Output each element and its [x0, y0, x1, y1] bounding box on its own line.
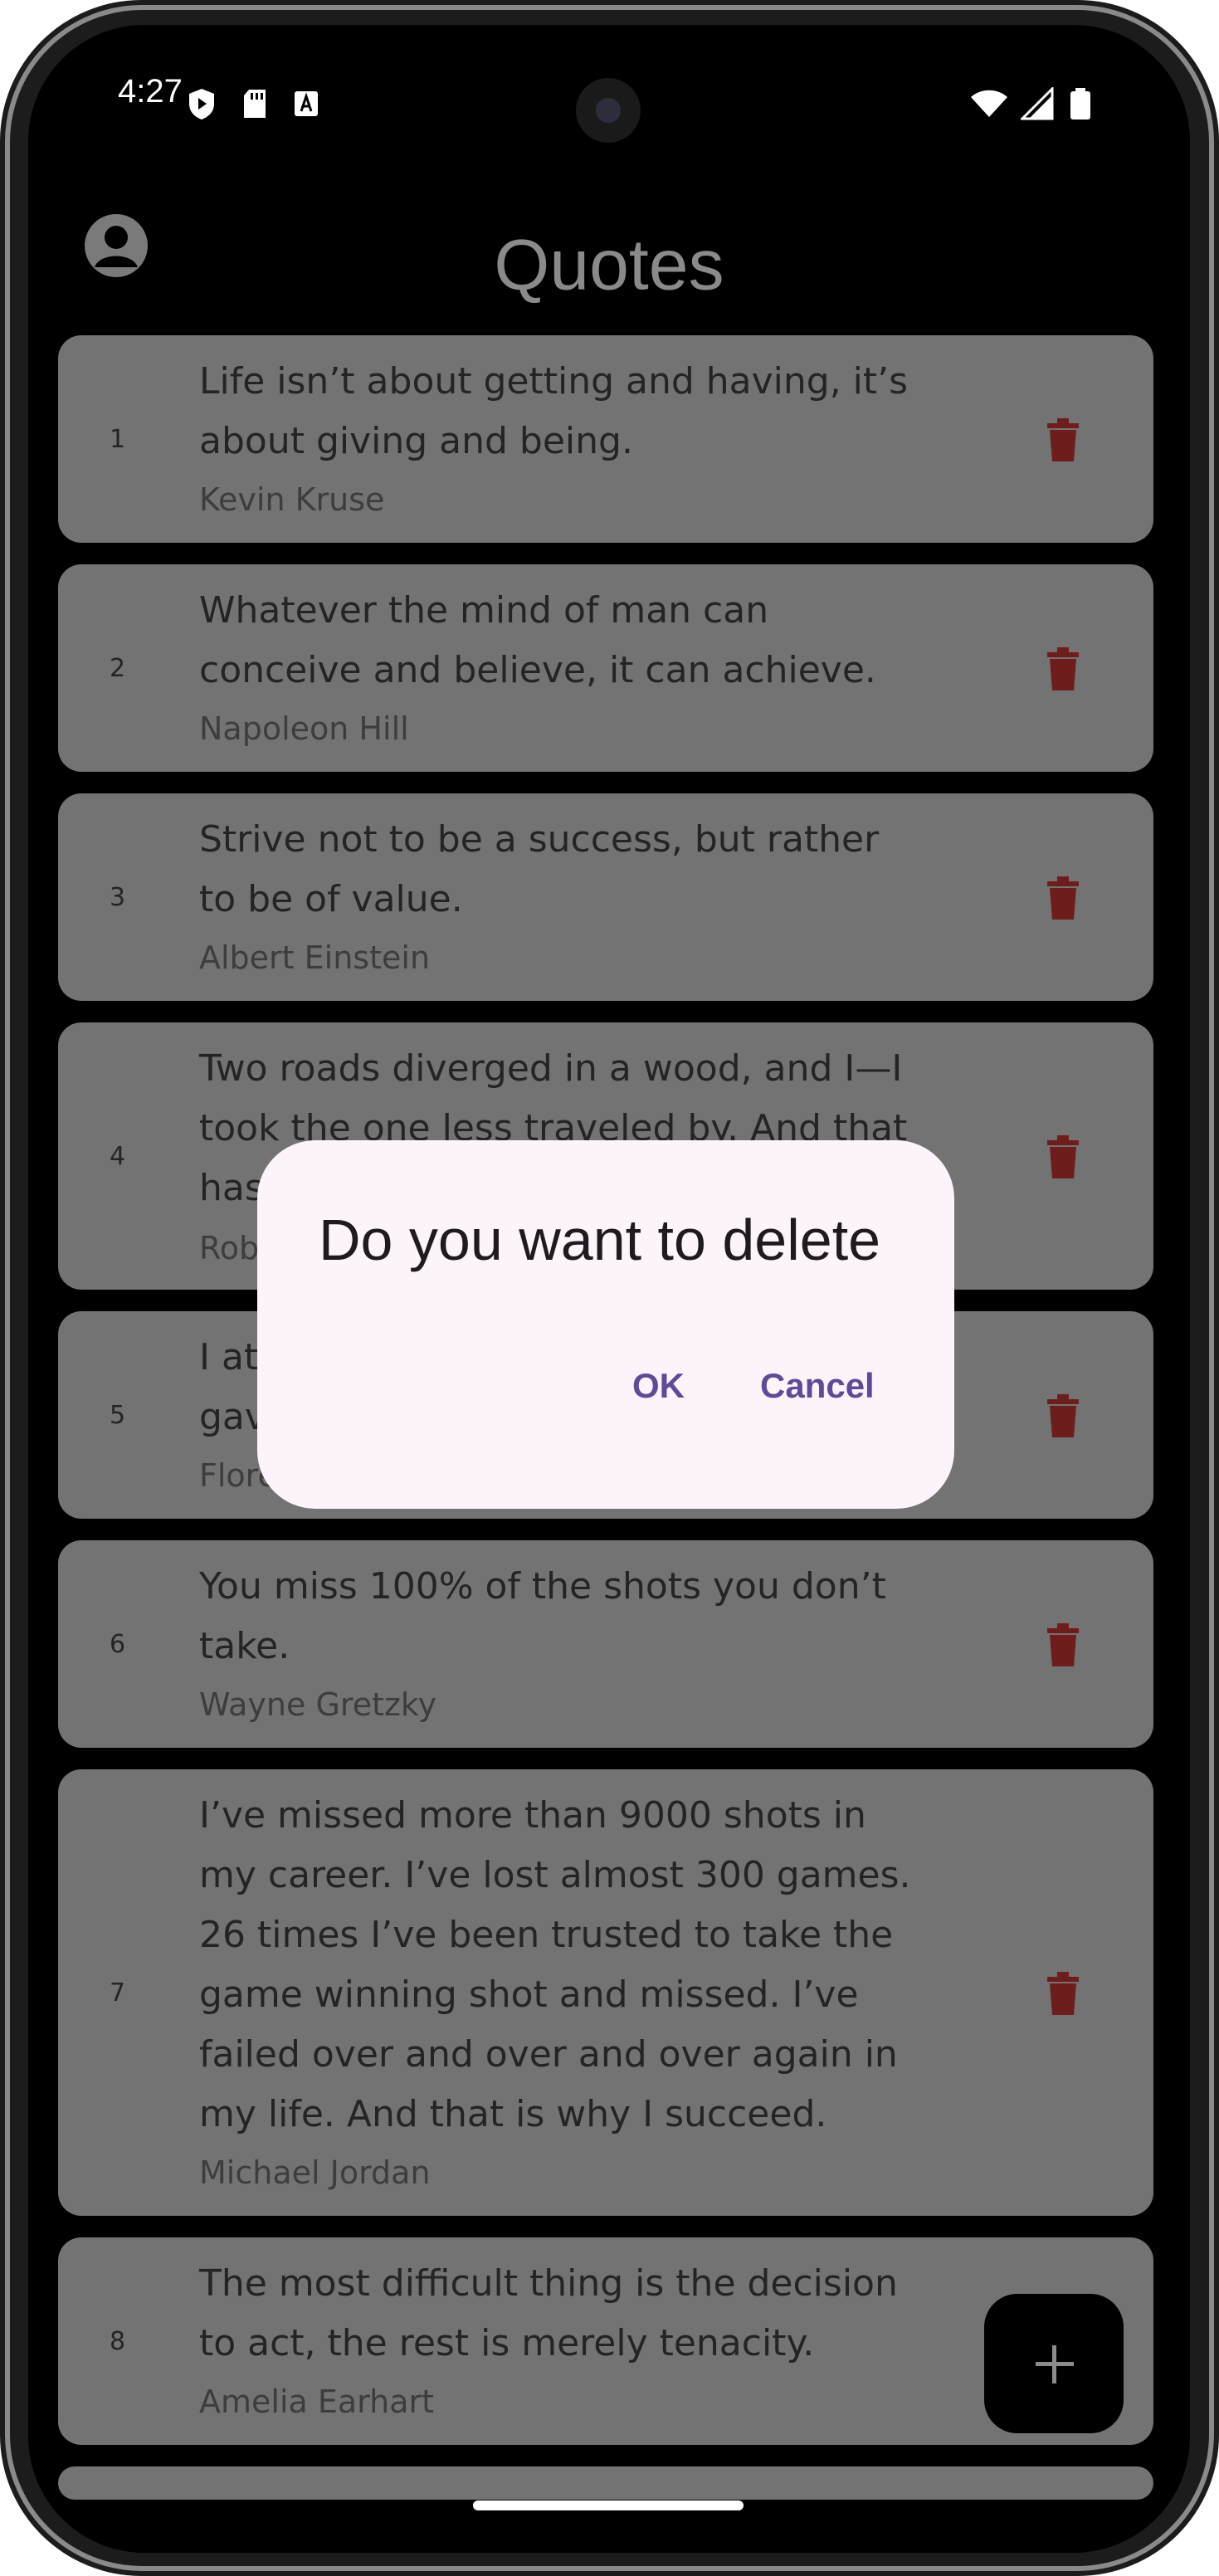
- quote-number: 3: [110, 883, 126, 912]
- delete-confirm-dialog: Do you want to delete OK Cancel: [257, 1140, 954, 1509]
- quote-line: I’ve missed more than 9000 shots in: [199, 1794, 866, 1837]
- quote-line: Strive not to be a success, but rather: [199, 818, 880, 861]
- delete-trash-icon[interactable]: [1044, 1393, 1082, 1439]
- delete-trash-icon[interactable]: [1044, 1970, 1082, 2017]
- delete-trash-icon[interactable]: [1044, 1134, 1082, 1180]
- cell-signal-icon: [1021, 87, 1054, 120]
- quote-number: 2: [110, 654, 126, 683]
- quote-line: Two roads diverged in a wood, and I—I: [199, 1047, 903, 1090]
- delete-trash-icon[interactable]: [1044, 646, 1082, 692]
- page-title: Quotes: [494, 225, 724, 305]
- quote-line: about giving and being.: [199, 420, 633, 462]
- quote-number: 7: [110, 1978, 126, 2008]
- quote-text: I’ve missed more than 9000 shots in my c…: [199, 1786, 938, 2144]
- quote-line: Life isn’t about getting and having, it’…: [199, 360, 909, 402]
- quote-line: You miss 100% of the shots you don’t: [199, 1565, 886, 1608]
- quote-line: The most difficult thing is the decision: [199, 2262, 898, 2305]
- quote-number: 5: [110, 1401, 126, 1430]
- status-time: 4:27: [118, 73, 183, 110]
- quote-card[interactable]: 2 Whatever the mind of man can conceive …: [58, 564, 1153, 772]
- delete-trash-icon[interactable]: [1044, 417, 1082, 463]
- shield-play-icon: [189, 89, 214, 120]
- delete-trash-icon[interactable]: [1044, 1622, 1082, 1668]
- quote-card[interactable]: 6 You miss 100% of the shots you don’t t…: [58, 1540, 1153, 1748]
- quote-line: conceive and believe, it can achieve.: [199, 649, 876, 691]
- quote-author: Napoleon Hill: [199, 710, 409, 747]
- quote-card[interactable]: [58, 2466, 1153, 2500]
- quote-card[interactable]: 3 Strive not to be a success, but rather…: [58, 793, 1153, 1001]
- quote-text: The most difficult thing is the decision…: [199, 2254, 938, 2374]
- screen: 4:27 Quotes 1 Life isn’t about getting a…: [28, 25, 1190, 2553]
- quote-card[interactable]: 1 Life isn’t about getting and having, i…: [58, 335, 1153, 543]
- dialog-title: Do you want to delete: [319, 1208, 881, 1272]
- quote-line: my life. And that is why I succeed.: [199, 2093, 827, 2135]
- text-a-icon: [295, 91, 318, 116]
- quote-line: failed over and over and over again in: [199, 2033, 898, 2076]
- quote-number: 4: [110, 1142, 126, 1171]
- quote-text: Life isn’t about getting and having, it’…: [199, 352, 938, 471]
- quote-author: Albert Einstein: [199, 939, 431, 976]
- quote-author: Wayne Gretzky: [199, 1686, 437, 1723]
- delete-trash-icon[interactable]: [1044, 875, 1082, 921]
- quote-text: You miss 100% of the shots you don’t tak…: [199, 1557, 938, 1676]
- phone-frame: 4:27 Quotes 1 Life isn’t about getting a…: [0, 0, 1219, 2576]
- home-indicator[interactable]: [473, 2500, 744, 2510]
- sd-card-icon: [244, 90, 266, 118]
- quote-number: 1: [110, 425, 126, 454]
- ok-button[interactable]: OK: [632, 1366, 685, 1406]
- quote-number: 6: [110, 1630, 126, 1659]
- quote-author: Kevin Kruse: [199, 481, 385, 518]
- quote-line: to act, the rest is merely tenacity.: [199, 2322, 815, 2364]
- quote-author: Rob: [199, 1230, 260, 1266]
- quote-line: Whatever the mind of man can: [199, 589, 769, 632]
- quote-line: take.: [199, 1625, 290, 1667]
- battery-icon: [1070, 88, 1090, 120]
- plus-icon: [1052, 2345, 1056, 2383]
- cancel-button[interactable]: Cancel: [760, 1366, 875, 1406]
- quote-number: 8: [110, 2327, 126, 2356]
- wifi-icon: [971, 90, 1007, 117]
- front-camera: [576, 78, 641, 143]
- quote-card[interactable]: 7 I’ve missed more than 9000 shots in my…: [58, 1769, 1153, 2216]
- quote-line: game winning shot and missed. I’ve: [199, 1973, 859, 2016]
- quote-author: Michael Jordan: [199, 2154, 431, 2191]
- quote-text: Strive not to be a success, but rather t…: [199, 810, 938, 929]
- quote-author: Amelia Earhart: [199, 2383, 435, 2420]
- quote-line: to be of value.: [199, 878, 463, 920]
- quote-line: 26 times I’ve been trusted to take the: [199, 1914, 894, 1956]
- add-quote-button[interactable]: [984, 2294, 1124, 2433]
- quote-text: Whatever the mind of man can conceive an…: [199, 581, 938, 700]
- quote-line: my career. I’ve lost almost 300 games.: [199, 1854, 911, 1896]
